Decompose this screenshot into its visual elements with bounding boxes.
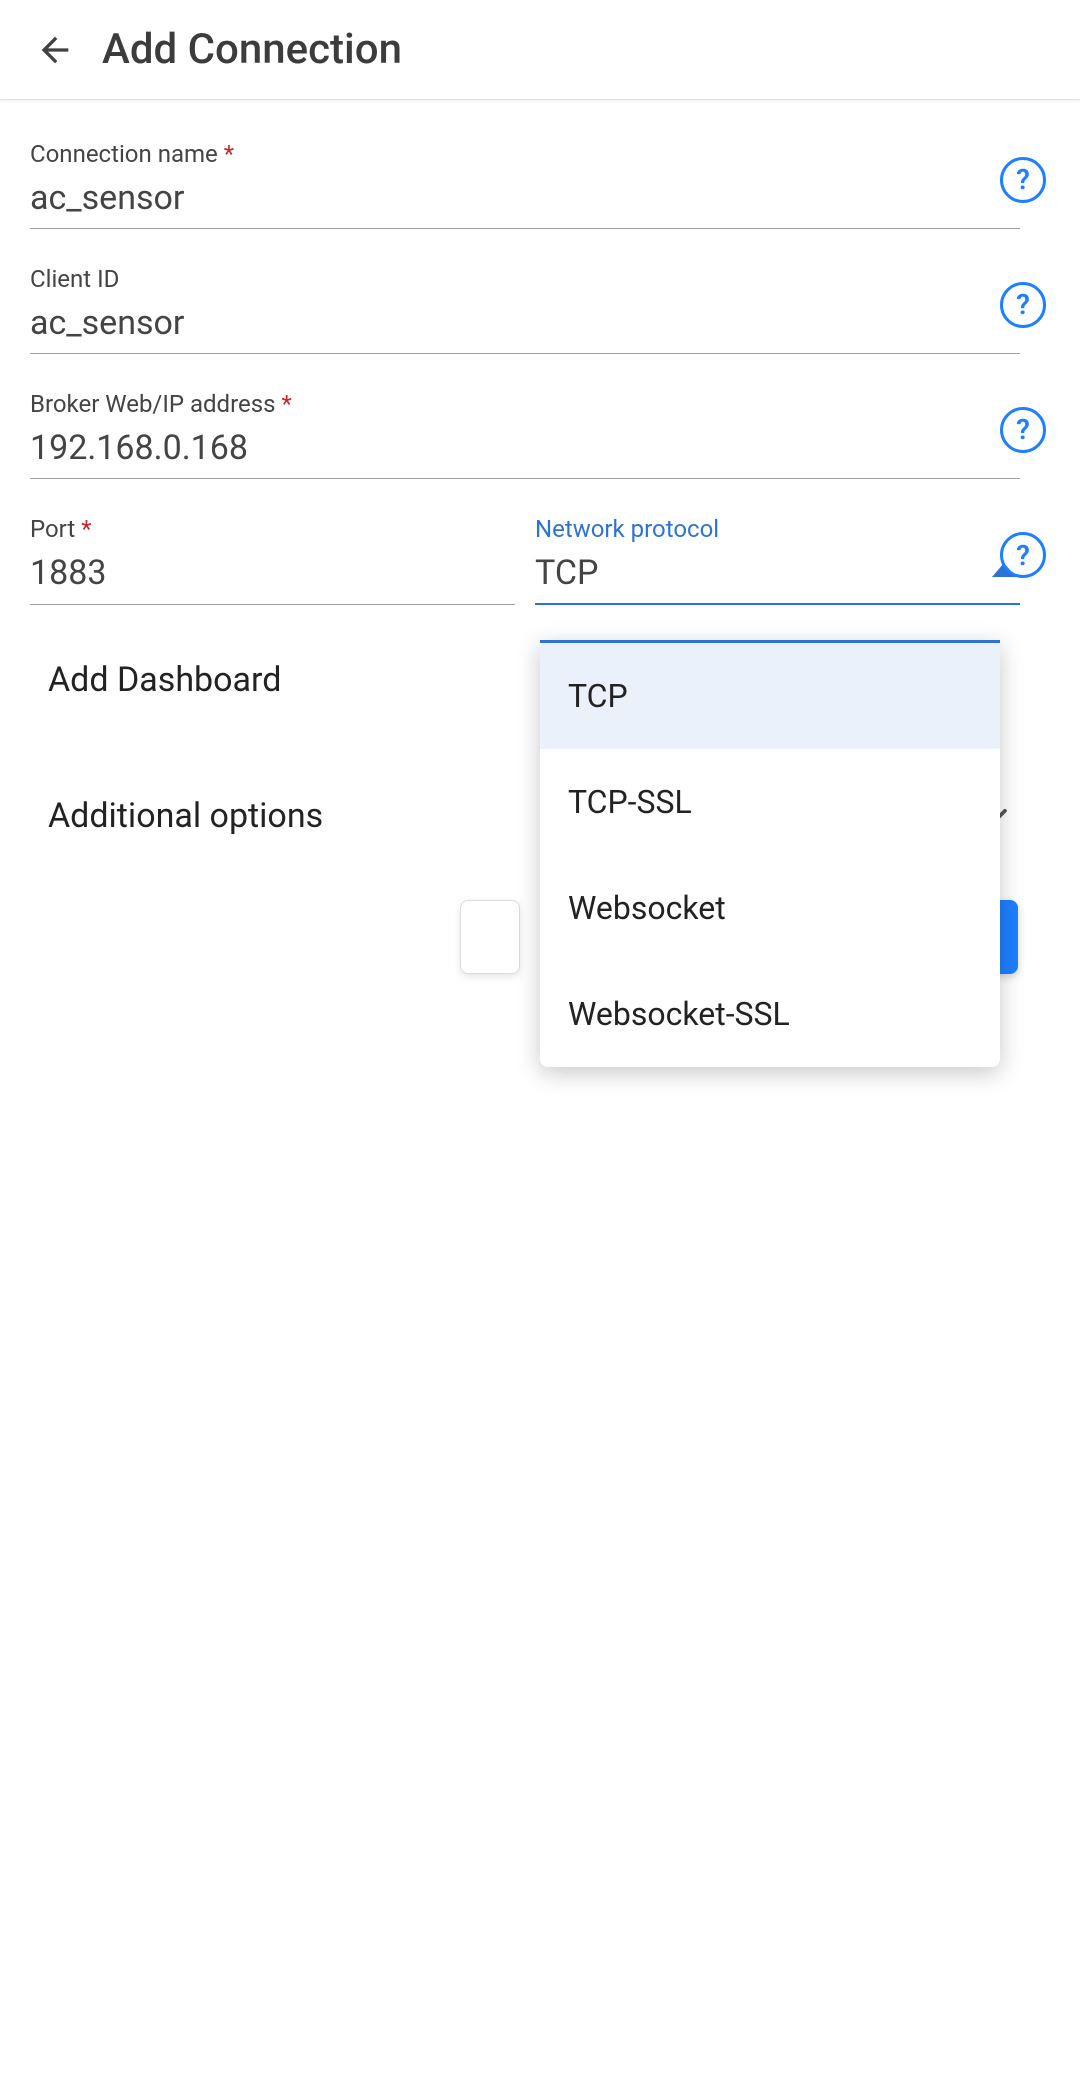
- port-label: Port *: [30, 515, 515, 543]
- port-protocol-row: Port * 1883 Network protocol TCP ?: [30, 505, 1050, 605]
- field-label-text: Port: [30, 515, 75, 543]
- required-asterisk: *: [81, 515, 91, 543]
- connection-name-field[interactable]: Connection name * ac_sensor: [30, 130, 1020, 229]
- protocol-option-websocket-ssl[interactable]: Websocket-SSL: [540, 961, 1000, 1067]
- help-icon[interactable]: ?: [1000, 282, 1046, 328]
- help-icon[interactable]: ?: [1000, 532, 1046, 578]
- required-asterisk: *: [281, 390, 291, 418]
- protocol-option-websocket[interactable]: Websocket: [540, 855, 1000, 961]
- app-bar: Add Connection: [0, 0, 1080, 100]
- help-icon[interactable]: ?: [1000, 157, 1046, 203]
- cancel-button[interactable]: [460, 900, 520, 974]
- connection-name-row: Connection name * ac_sensor ?: [30, 130, 1050, 229]
- page-title: Add Connection: [102, 25, 402, 74]
- additional-options-label: Additional options: [48, 796, 323, 836]
- port-field[interactable]: Port * 1883: [30, 505, 515, 605]
- port-value[interactable]: 1883: [30, 547, 515, 603]
- required-asterisk: *: [224, 140, 234, 168]
- broker-field[interactable]: Broker Web/IP address * 192.168.0.168: [30, 380, 1020, 479]
- field-label-text: Connection name: [30, 140, 218, 168]
- broker-value[interactable]: 192.168.0.168: [30, 422, 1020, 478]
- client-id-label: Client ID: [30, 265, 1020, 293]
- client-id-value[interactable]: ac_sensor: [30, 297, 1020, 353]
- content-area: Connection name * ac_sensor ? Client ID …: [0, 100, 1080, 867]
- connection-name-value[interactable]: ac_sensor: [30, 172, 1020, 228]
- help-icon[interactable]: ?: [1000, 407, 1046, 453]
- connection-name-label: Connection name *: [30, 140, 1020, 168]
- protocol-label: Network protocol: [535, 515, 1020, 543]
- back-button[interactable]: [30, 25, 80, 75]
- arrow-left-icon: [35, 30, 75, 70]
- add-dashboard-label: Add Dashboard: [48, 660, 281, 700]
- broker-row: Broker Web/IP address * 192.168.0.168 ?: [30, 380, 1050, 479]
- field-label-text: Broker Web/IP address: [30, 390, 275, 418]
- protocol-select[interactable]: Network protocol TCP: [535, 505, 1020, 605]
- broker-label: Broker Web/IP address *: [30, 390, 1020, 418]
- protocol-option-tcp-ssl[interactable]: TCP-SSL: [540, 749, 1000, 855]
- protocol-dropdown: TCP TCP-SSL Websocket Websocket-SSL: [540, 640, 1000, 1067]
- protocol-value: TCP: [535, 547, 1020, 603]
- protocol-option-tcp[interactable]: TCP: [540, 643, 1000, 749]
- client-id-row: Client ID ac_sensor ?: [30, 255, 1050, 354]
- client-id-field[interactable]: Client ID ac_sensor: [30, 255, 1020, 354]
